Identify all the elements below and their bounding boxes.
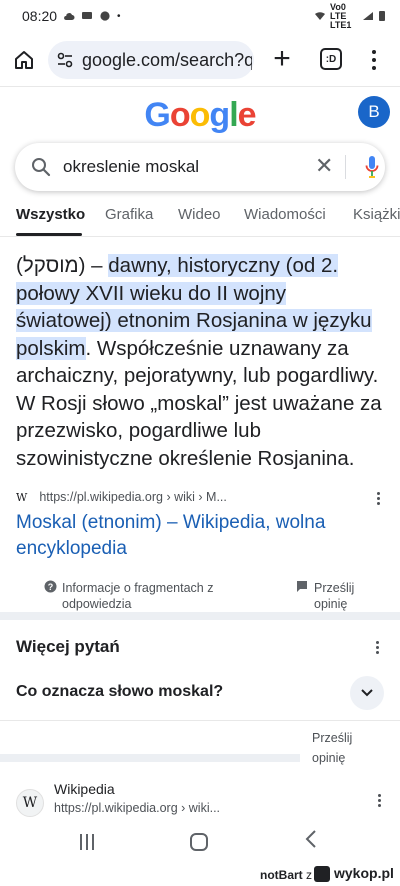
home-button-icon[interactable] [190, 833, 208, 851]
search-input[interactable]: okreslenie moskal [63, 157, 199, 177]
tab-books[interactable]: Książki [353, 206, 400, 223]
snippet-feedback-button[interactable]: Prześlij opinię [296, 580, 370, 612]
chevron-down-icon[interactable] [350, 676, 384, 710]
snippet-info-button[interactable]: ? Informacje o fragmentach z odpowiedzia [44, 580, 222, 612]
watermark-site: wykop.pl [334, 865, 394, 881]
snippet-more-icon[interactable] [372, 489, 384, 507]
back-icon[interactable] [304, 828, 318, 856]
google-logo-letter: g [209, 96, 230, 134]
network-label: Vo0 LTE LTE1 [330, 1, 352, 30]
tab-images[interactable]: Grafika [105, 206, 153, 223]
wifi-icon [315, 12, 325, 20]
tab-all[interactable]: Wszystko [16, 206, 85, 223]
google-logo-letter: e [237, 96, 257, 134]
notification-dot-icon: • [117, 10, 121, 22]
snippet-source[interactable]: W https://pl.wikipedia.org › wiki › M... [16, 487, 386, 507]
microphone-icon[interactable] [365, 155, 379, 179]
wykop-logo-icon [314, 866, 330, 882]
status-bar: 08:20 • Vo0 LTE LTE1 [0, 0, 400, 32]
message-icon [82, 12, 93, 19]
google-logo-letter: o [169, 96, 191, 134]
tab-videos[interactable]: Wideo [178, 206, 221, 223]
source-url[interactable]: https://pl.wikipedia.org › wiki › M... [39, 490, 227, 504]
more-questions-title: Więcej pytań [16, 637, 120, 656]
home-icon[interactable] [12, 48, 36, 72]
snippet-info-label: Informacje o fragmentach z odpowiedzia [62, 581, 214, 611]
wiki-site-url[interactable]: https://pl.wikipedia.org › wiki... [54, 801, 220, 815]
help-icon: ? [44, 580, 58, 612]
wiki-result-more-icon[interactable] [373, 791, 385, 809]
google-logo-letter: G [144, 96, 170, 134]
system-navigation-bar [0, 822, 400, 862]
cloud-icon [64, 13, 75, 20]
question-item[interactable]: Co oznacza słowo moskal? [16, 683, 223, 701]
tabs-divider [0, 236, 400, 237]
browser-toolbar: google.com/search?q= + :D [0, 36, 400, 84]
search-box[interactable]: okreslenie moskal ✕ [15, 143, 385, 191]
site-settings-icon[interactable] [56, 51, 74, 69]
snippet-prefix: (מוסקל) – [16, 254, 109, 277]
wiki-site-name[interactable]: Wikipedia [54, 781, 115, 797]
svg-text:?: ? [48, 582, 54, 592]
facebook-icon [100, 11, 110, 21]
tab-news[interactable]: Wiadomości [244, 206, 326, 223]
new-tab-button[interactable]: + [268, 44, 296, 74]
question-divider [0, 720, 400, 721]
wikipedia-site-icon: W [16, 789, 44, 817]
watermark-user: notBart z [260, 868, 313, 882]
more-questions-menu-icon[interactable] [371, 638, 383, 656]
account-avatar[interactable]: B [358, 96, 390, 128]
google-logo-letter: o [189, 96, 211, 134]
search-icon [32, 158, 51, 177]
tab-switcher-button[interactable]: :D [320, 48, 342, 70]
feedback-icon [296, 580, 310, 612]
signal-icon [363, 12, 373, 20]
recents-icon[interactable] [80, 834, 96, 850]
section-separator-2 [0, 754, 300, 762]
watermark: notBart z wykop.pl [0, 862, 400, 886]
snippet-feedback-label: Prześlij opinię [314, 581, 355, 611]
search-tabs: Wszystko Grafika Wideo Wiadomości Książk… [0, 206, 400, 238]
status-time: 08:20 [22, 8, 58, 24]
url-text[interactable]: google.com/search?q= [82, 50, 252, 71]
url-bar[interactable]: google.com/search?q= [48, 41, 254, 79]
snippet-feedback-row: ? Informacje o fragmentach z odpowiedzia… [0, 580, 400, 614]
browser-menu-button[interactable] [364, 46, 384, 74]
toolbar-divider [0, 86, 400, 87]
search-divider [345, 155, 346, 179]
wikipedia-icon: W [16, 490, 28, 504]
battery-icon [379, 11, 385, 21]
google-logo[interactable]: Google [0, 96, 400, 135]
clear-icon[interactable]: ✕ [315, 155, 333, 177]
google-logo-letter: l [229, 96, 239, 134]
result-title-link[interactable]: Moskal (etnonim) – Wikipedia, wolna ency… [16, 510, 376, 562]
questions-feedback-link[interactable]: Prześlij opinię [312, 728, 372, 768]
section-separator [0, 612, 400, 620]
featured-snippet: (מוסקל) – dawny, historyczny (od 2. poło… [16, 252, 386, 472]
